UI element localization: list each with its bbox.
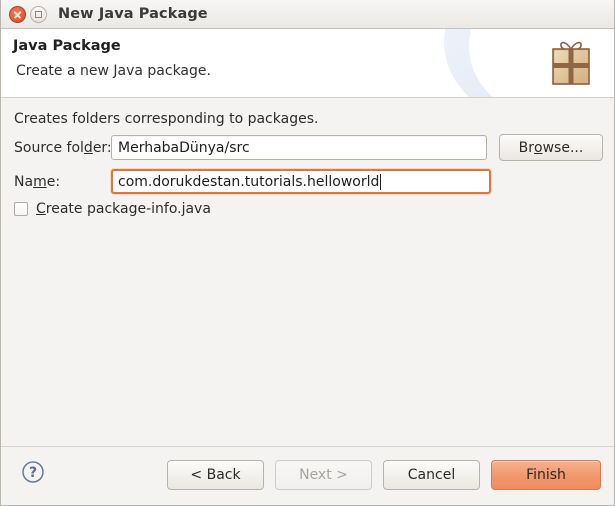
page-title: Java Package bbox=[13, 38, 121, 54]
package-name-row: Name: com.dorukdestan.tutorials.hellowor… bbox=[14, 169, 601, 194]
text-caret bbox=[380, 173, 382, 190]
dialog-body: Creates folders corresponding to package… bbox=[1, 98, 614, 446]
browse-button[interactable]: Br o wse... bbox=[499, 134, 603, 161]
page-subtitle: Create a new Java package. bbox=[16, 63, 211, 79]
finish-button[interactable]: Finish bbox=[491, 460, 601, 490]
dialog-header: Java Package Create a new Java package. bbox=[1, 29, 614, 98]
window-title: New Java Package bbox=[58, 6, 208, 22]
package-name-label: Name: bbox=[14, 173, 61, 190]
footer-button-group: < Back Next > Cancel Finish bbox=[167, 460, 601, 490]
package-name-input[interactable]: com.dorukdestan.tutorials.helloworld bbox=[111, 169, 491, 194]
help-question-icon[interactable]: ? bbox=[21, 460, 45, 484]
maximize-icon[interactable] bbox=[30, 5, 47, 23]
title-bar: New Java Package bbox=[1, 0, 614, 29]
back-button[interactable]: < Back bbox=[167, 460, 264, 490]
svg-text:?: ? bbox=[29, 465, 37, 481]
dialog-footer: ? < Back Next > Cancel Finish bbox=[1, 446, 614, 503]
close-icon[interactable] bbox=[9, 5, 26, 23]
cancel-button[interactable]: Cancel bbox=[383, 460, 480, 490]
create-package-info-row[interactable]: Create package-info.java bbox=[14, 201, 211, 217]
intro-text: Creates folders corresponding to package… bbox=[14, 111, 319, 127]
package-name-value: com.dorukdestan.tutorials.helloworld bbox=[118, 173, 380, 190]
source-folder-label: Source folder: bbox=[14, 139, 112, 156]
next-button: Next > bbox=[275, 460, 372, 490]
create-package-info-checkbox[interactable] bbox=[14, 202, 28, 216]
source-folder-input[interactable]: MerhabaDünya/src bbox=[111, 135, 487, 160]
package-box-icon bbox=[544, 38, 598, 90]
new-java-package-dialog: New Java Package Java Package Create a n… bbox=[0, 0, 615, 506]
source-folder-value: MerhabaDünya/src bbox=[118, 139, 250, 156]
create-package-info-label: Create package-info.java bbox=[36, 201, 211, 217]
